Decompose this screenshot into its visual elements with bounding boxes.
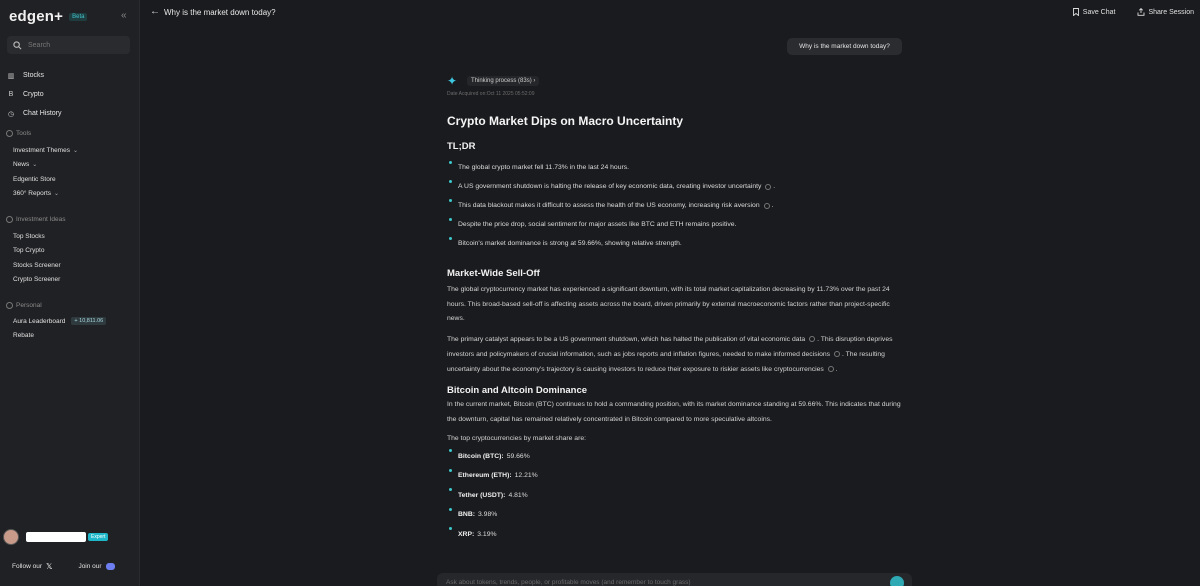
follow-link[interactable]: Follow our: [12, 563, 42, 570]
thinking-process-toggle[interactable]: Thinking process (83s) ›: [467, 76, 540, 86]
app-name: edgen+: [9, 8, 64, 25]
paragraph: In the current market, Bitcoin (BTC) con…: [447, 401, 901, 423]
list-item: Tether (USDT): 4.81%: [447, 485, 903, 505]
sidebar-item-rebate[interactable]: Rebate: [6, 329, 106, 344]
paragraph: The global cryptocurrency market has exp…: [447, 286, 890, 323]
tools-icon: [6, 129, 13, 137]
avatar: [3, 529, 19, 545]
paragraph: The top cryptocurrencies by market share…: [447, 434, 587, 442]
answer-title: Crypto Market Dips on Macro Uncertainty: [447, 114, 684, 128]
bitcoin-icon: B: [8, 91, 14, 98]
list-item: Bitcoin (BTC): 59.66%: [447, 446, 903, 466]
aura-points-badge: + 10,811.06: [71, 317, 107, 326]
share-icon: [1138, 8, 1145, 16]
sidebar-item-label: Stocks: [23, 72, 45, 79]
sidebar-item-label: Chat History: [23, 110, 62, 117]
list-item: Ethereum (ETH): 12.21%: [447, 466, 903, 486]
list-item: BNB: 3.98%: [447, 505, 903, 525]
send-icon[interactable]: [890, 576, 904, 586]
clock-icon: ◷: [7, 110, 15, 118]
tldr-heading: TL;DR: [447, 141, 476, 152]
search-input[interactable]: Search: [7, 36, 130, 54]
discord-icon[interactable]: [105, 563, 115, 570]
chat-input-placeholder: Ask about tokens, trends, people, or pro…: [446, 579, 691, 586]
sidebar-item-label: Crypto: [23, 91, 44, 98]
sidebar: edgen+ Beta « Search ▥ Stocks B Crypto ◷…: [0, 0, 140, 586]
sidebar-item-stocks-screener[interactable]: Stocks Screener: [6, 258, 66, 273]
sidebar-item-crypto-screener[interactable]: Crypto Screener: [6, 273, 66, 288]
citation-icon[interactable]: [763, 202, 770, 209]
user-profile[interactable]: Expert: [3, 529, 109, 545]
chat-title: Why is the market down today?: [164, 8, 276, 17]
bookmark-icon: [1072, 8, 1079, 16]
list-item: Despite the price drop, social sentiment…: [447, 215, 903, 234]
list-item: A US government shutdown is halting the …: [447, 177, 903, 196]
person-icon: [6, 301, 13, 309]
top-bar: ← Why is the market down today? Save Cha…: [140, 0, 1200, 26]
sidebar-item-aura-leaderboard[interactable]: Aura Leaderboard + 10,811.06: [6, 314, 107, 329]
sidebar-item-edgentic-store[interactable]: Edgentic Store: [6, 172, 78, 187]
collapse-sidebar-icon[interactable]: «: [121, 10, 127, 21]
list-item: The global crypto market fell 11.73% in …: [447, 158, 903, 177]
date-acquired: Date Acquired on:Oct 11 2025 05:52:09: [447, 91, 535, 97]
personal-section: Personal Aura Leaderboard + 10,811.06 Reb…: [6, 299, 107, 344]
sparkle-icon: ✦: [447, 74, 458, 88]
personal-heading: Personal: [6, 299, 106, 311]
beta-badge: Beta: [69, 12, 88, 21]
sidebar-item-crypto[interactable]: B Crypto: [6, 85, 62, 104]
assistant-answer: ✦ Thinking process (83s) › Date Acquired…: [447, 73, 903, 544]
sidebar-item-investment-themes[interactable]: Investment Themes ⌄: [6, 143, 78, 158]
tldr-list: The global crypto market fell 11.73% in …: [447, 158, 903, 253]
citation-icon[interactable]: [765, 183, 772, 190]
ideas-heading: Investment Ideas: [6, 213, 66, 225]
tools-heading: Tools: [6, 127, 78, 139]
social-links: Follow our 𝕏 Join our: [12, 562, 115, 571]
chevron-down-icon: ⌄: [54, 191, 60, 198]
search-icon: [13, 40, 22, 49]
paragraph: The primary catalyst appears to be a US …: [447, 336, 893, 373]
chevron-down-icon: ⌄: [32, 162, 38, 169]
share-session-button[interactable]: Share Session: [1137, 8, 1194, 16]
market-share-list: Bitcoin (BTC): 59.66% Ethereum (ETH): 12.2…: [447, 446, 903, 544]
sidebar-item-top-crypto[interactable]: Top Crypto: [6, 244, 66, 259]
sidebar-item-stocks[interactable]: ▥ Stocks: [6, 66, 62, 85]
expert-badge: Expert: [88, 533, 109, 541]
ideas-section: Investment Ideas Top Stocks Top Crypto S…: [6, 213, 66, 287]
chat-input[interactable]: Ask about tokens, trends, people, or pro…: [437, 573, 912, 586]
sidebar-item-top-stocks[interactable]: Top Stocks: [6, 229, 66, 244]
citation-icon[interactable]: [834, 351, 841, 358]
section-heading: Market-Wide Sell-Off: [447, 268, 540, 279]
sidebar-item-news[interactable]: News ⌄: [6, 158, 78, 173]
x-icon[interactable]: 𝕏: [46, 562, 52, 571]
tools-section: Tools Investment Themes ⌄ News ⌄ Edgentic …: [6, 127, 78, 201]
citation-icon[interactable]: [809, 336, 816, 343]
list-item: XRP: 3.19%: [447, 524, 903, 544]
list-item: This data blackout makes it difficult to…: [447, 196, 903, 215]
main-nav: ▥ Stocks B Crypto ◷ Chat History: [6, 66, 62, 123]
citation-icon[interactable]: [827, 365, 834, 372]
sidebar-item-360-reports[interactable]: 360° Reports ⌄: [6, 187, 78, 202]
logo[interactable]: edgen+ Beta: [9, 8, 88, 25]
user-name-redacted: [26, 532, 86, 542]
search-placeholder: Search: [28, 41, 51, 49]
back-arrow-icon[interactable]: ←: [150, 6, 160, 17]
stocks-icon: ▥: [7, 72, 15, 80]
user-message: Why is the market down today?: [787, 38, 902, 55]
lightbulb-icon: [6, 215, 13, 223]
list-item: Bitcoin's market dominance is strong at …: [447, 234, 903, 253]
save-chat-button[interactable]: Save Chat: [1072, 8, 1115, 16]
section-heading: Bitcoin and Altcoin Dominance: [447, 385, 588, 397]
sidebar-item-chat-history[interactable]: ◷ Chat History: [6, 104, 62, 123]
join-link[interactable]: Join our: [78, 563, 101, 570]
chevron-down-icon: ⌄: [72, 147, 78, 154]
